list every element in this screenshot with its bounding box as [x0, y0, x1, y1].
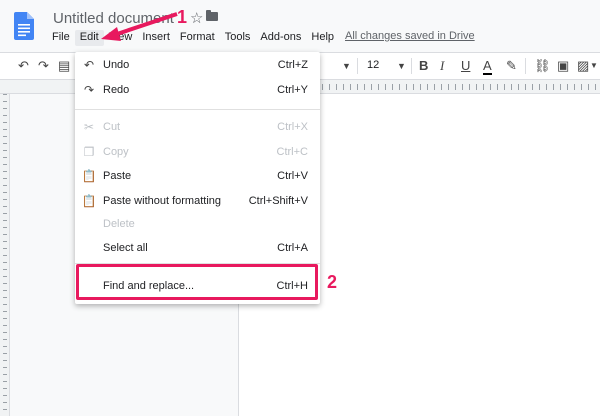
redo-icon[interactable]: ↷: [38, 59, 49, 73]
menu-item-label: Copy: [103, 146, 129, 158]
menu-item-cut: ✂ Cut Ctrl+X: [75, 117, 320, 137]
chevron-down-icon[interactable]: ▼: [342, 59, 351, 73]
step-number-1: 1: [177, 7, 188, 27]
menu-item-redo[interactable]: ↷ Redo Ctrl+Y: [75, 80, 320, 100]
font-size-value[interactable]: 12: [367, 59, 379, 71]
highlight-icon[interactable]: ✎: [506, 59, 517, 73]
menu-help[interactable]: Help: [306, 30, 339, 46]
menu-tools[interactable]: Tools: [220, 30, 256, 46]
menu-item-shortcut: Ctrl+Z: [277, 59, 308, 71]
menu-item-paste-without-formatting[interactable]: 📋 Paste without formatting Ctrl+Shift+V: [75, 191, 320, 211]
menu-item-label: Redo: [103, 84, 130, 96]
chevron-down-icon[interactable]: ▼: [397, 59, 406, 73]
menu-item-label: Paste without formatting: [103, 195, 222, 207]
folder-icon[interactable]: [206, 10, 218, 21]
find-replace-highlight-box: [76, 264, 318, 300]
ruler-ticks: [322, 84, 600, 90]
menu-item-paste[interactable]: 📋 Paste Ctrl+V: [75, 166, 320, 186]
menu-item-shortcut: Ctrl+A: [277, 242, 308, 254]
menu-item-shortcut: Ctrl+C: [276, 146, 308, 158]
print-icon[interactable]: ▤: [58, 59, 70, 73]
menu-item-shortcut: Ctrl+Y: [277, 84, 308, 96]
menu-item-delete: Delete: [75, 214, 320, 234]
toolbar-divider: [525, 58, 526, 74]
text-color-icon[interactable]: A: [483, 59, 492, 75]
menu-file[interactable]: File: [47, 30, 75, 46]
toolbar-divider: [411, 58, 412, 74]
menu-item-select-all[interactable]: Select all Ctrl+A: [75, 238, 320, 258]
comment-add-icon[interactable]: ▣: [557, 59, 569, 73]
menu-addons[interactable]: Add-ons: [255, 30, 306, 46]
menu-item-label: Undo: [103, 59, 130, 71]
menu-item-label: Cut: [103, 121, 121, 133]
toolbar-divider: [357, 58, 358, 74]
copy-icon: ❐: [83, 145, 95, 159]
menu-item-label: Delete: [103, 218, 135, 230]
chevron-down-icon[interactable]: ▼: [590, 59, 598, 73]
vertical-ruler: [0, 94, 10, 416]
docs-logo-icon[interactable]: [14, 12, 34, 40]
bold-icon[interactable]: B: [419, 59, 428, 73]
menu-item-label: Select all: [103, 242, 148, 254]
italic-icon[interactable]: I: [440, 59, 444, 73]
menu-item-shortcut: Ctrl+X: [277, 121, 308, 133]
link-icon[interactable]: ⛓: [534, 59, 551, 73]
menu-item-label: Paste: [103, 170, 132, 182]
undo-icon[interactable]: ↶: [18, 59, 29, 73]
step-number-2: 2: [327, 272, 338, 292]
save-status-link[interactable]: All changes saved in Drive: [345, 30, 475, 46]
menu-item-shortcut: Ctrl+V: [277, 170, 308, 182]
menu-item-copy: ❐ Copy Ctrl+C: [75, 142, 320, 162]
undo-icon: ↶: [83, 58, 95, 72]
image-icon[interactable]: ▨: [577, 59, 589, 73]
paste-plain-icon: 📋: [81, 194, 97, 208]
menu-divider: [75, 109, 320, 110]
paste-icon: 📋: [81, 169, 97, 183]
underline-icon[interactable]: U: [461, 59, 470, 73]
menu-item-undo[interactable]: ↶ Undo Ctrl+Z: [75, 55, 320, 75]
cut-icon: ✂: [83, 120, 95, 134]
redo-icon: ↷: [83, 83, 95, 97]
menu-item-shortcut: Ctrl+Shift+V: [248, 195, 308, 207]
